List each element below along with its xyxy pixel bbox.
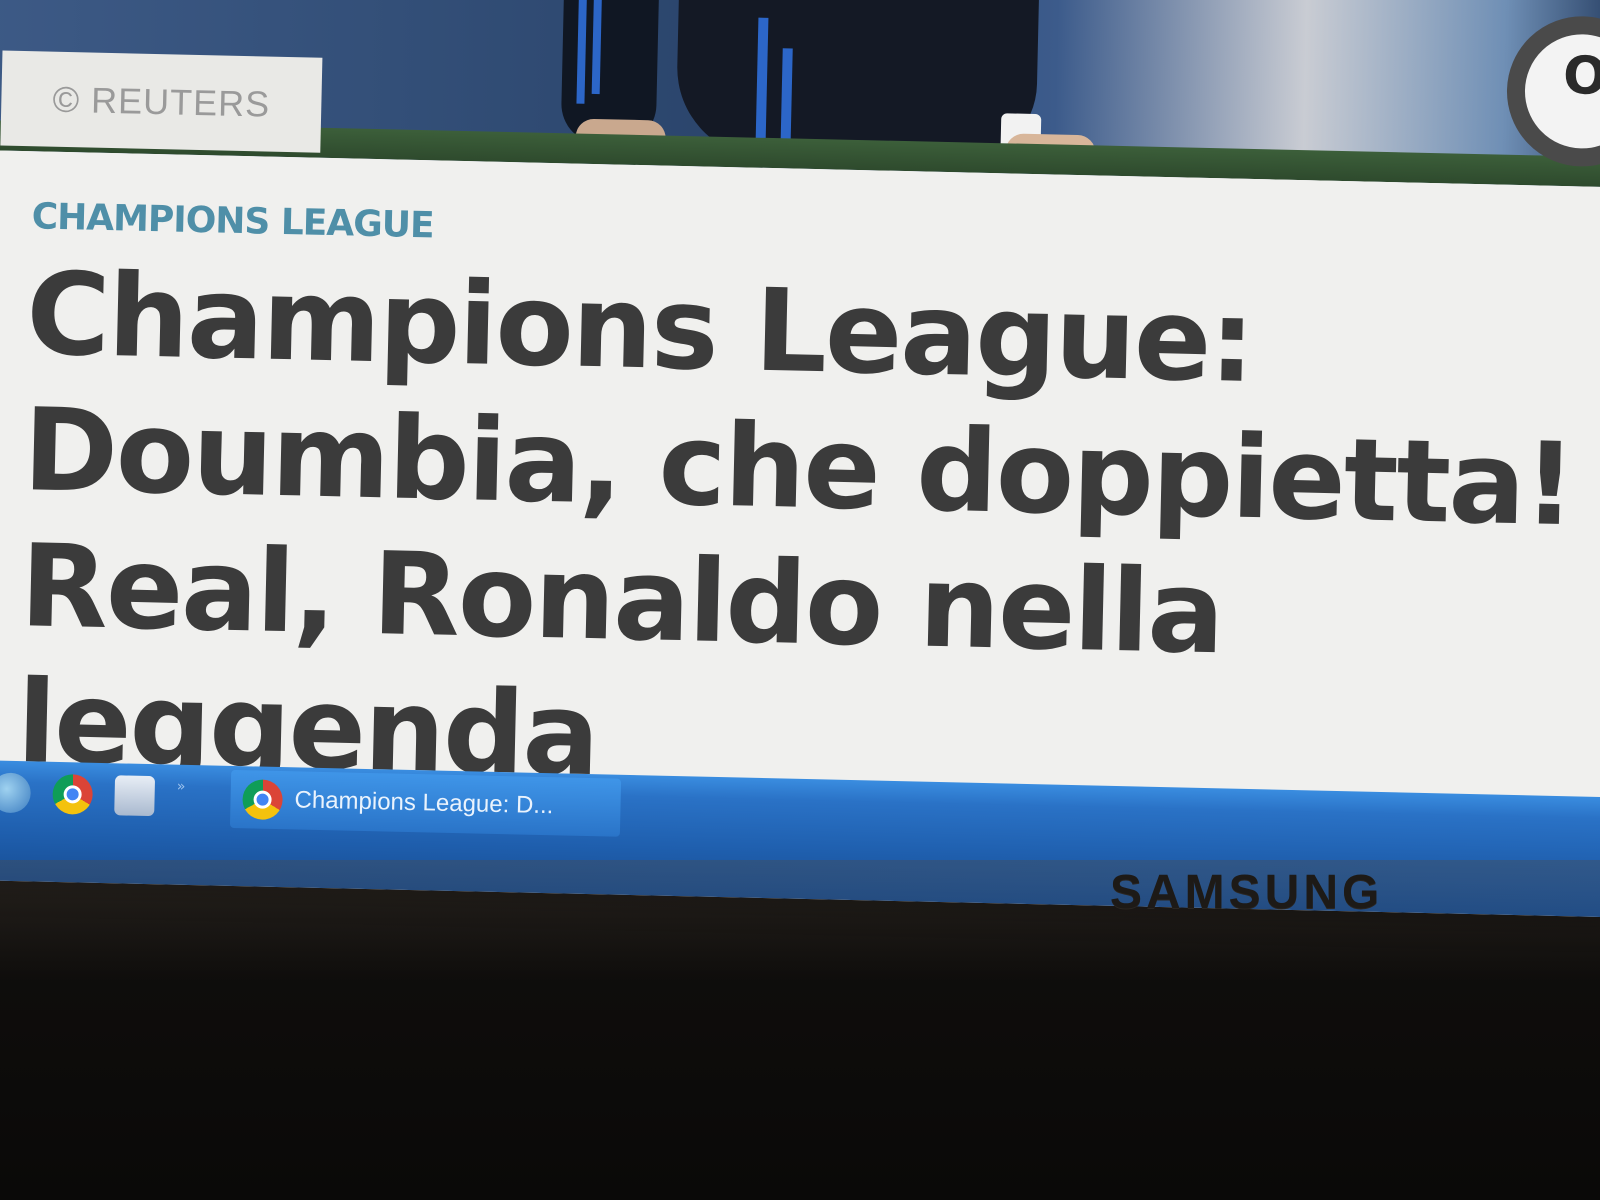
- taskbar-window-button[interactable]: Champions League: D...: [229, 769, 622, 837]
- monitor-brand-logo: SAMSUNG: [1110, 866, 1384, 919]
- show-desktop-icon[interactable]: [0, 772, 32, 814]
- photo-of-monitor: O © REUTERS CHAMPIONS LEAGUE Champions L…: [0, 0, 1600, 1200]
- photo-credit: © REUTERS: [0, 50, 323, 153]
- article-headline: Champions League: Doumbia, che doppietta…: [15, 247, 1576, 802]
- taskbar-window-label: Champions League: D...: [294, 786, 554, 820]
- quick-launch-more-icon[interactable]: »: [177, 779, 191, 795]
- quick-launch-bar: »: [0, 772, 191, 817]
- chrome-icon[interactable]: [52, 773, 94, 815]
- article-category-link[interactable]: CHAMPIONS LEAGUE: [31, 196, 434, 246]
- chrome-icon: [242, 779, 284, 821]
- windows-explorer-icon[interactable]: [114, 775, 156, 817]
- monitor-screen: O © REUTERS CHAMPIONS LEAGUE Champions L…: [0, 0, 1600, 918]
- photo-credit-label: © REUTERS: [52, 78, 271, 125]
- badge-letter: O: [1562, 45, 1600, 107]
- article-header: CHAMPIONS LEAGUE Champions League: Doumb…: [0, 149, 1600, 801]
